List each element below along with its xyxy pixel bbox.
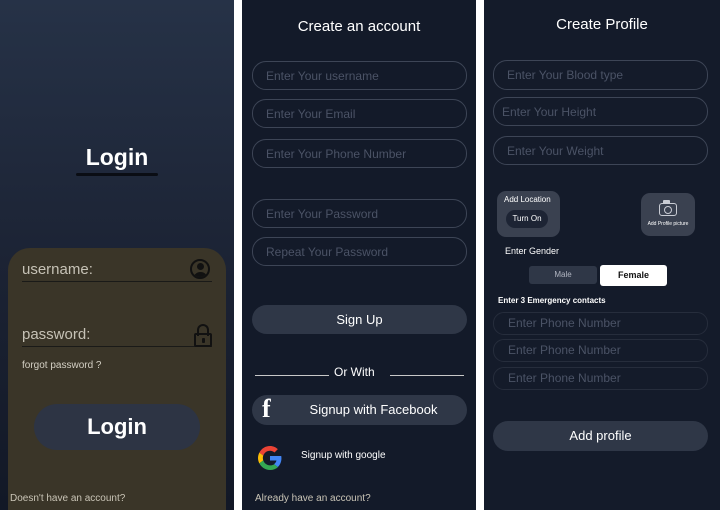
already-account-link[interactable]: Already have an account? [255,493,371,504]
password-input[interactable] [252,199,467,228]
add-location-label: Add Location [504,195,551,204]
password-label[interactable]: password: [22,326,90,343]
lock-icon [193,324,213,348]
title-underline [76,173,158,176]
emergency-contacts-label: Enter 3 Emergency contacts [498,296,606,305]
no-account-link[interactable]: Doesn't have an account? [10,493,125,504]
username-input[interactable] [252,61,467,90]
profile-title: Create Profile [556,16,648,33]
divider-left [255,375,329,376]
password-field-line [22,346,212,347]
phone-input[interactable] [252,139,467,168]
google-signup-button[interactable]: Signup with google [301,450,386,461]
camera-icon [659,200,677,216]
or-with-label: Or With [334,365,375,379]
username-label[interactable]: username: [22,261,93,278]
divider-right [390,375,464,376]
add-profile-picture-label: Add Profile picture [647,221,689,227]
facebook-signup-button[interactable]: Signup with Facebook [252,395,467,425]
emergency-phone-input-1[interactable]: Enter Phone Number [493,312,708,335]
login-button[interactable]: Login [34,404,200,450]
gender-label: Enter Gender [505,246,560,256]
email-input[interactable] [252,99,467,128]
gender-female-toggle[interactable]: Female [600,265,667,286]
username-field-line [22,281,212,282]
user-icon [190,259,210,279]
google-icon[interactable] [258,446,282,470]
gender-male-toggle[interactable]: Male [529,266,597,284]
signup-title: Create an account [297,18,421,35]
weight-input[interactable] [493,136,708,165]
emergency-phone-input-3[interactable]: Enter Phone Number [493,367,708,390]
turn-on-location-button[interactable]: Turn On [506,210,548,228]
login-card [8,248,226,510]
facebook-signup-label: Signup with Facebook [309,402,438,417]
emergency-phone-input-2[interactable]: Enter Phone Number [493,339,708,362]
repeat-password-input[interactable] [252,237,467,266]
signup-button[interactable]: Sign Up [252,305,467,334]
login-title: Login [85,144,149,170]
forgot-password-link[interactable]: forgot password ? [22,360,102,371]
height-input[interactable] [493,97,708,126]
blood-type-input[interactable] [493,60,708,90]
facebook-icon: f [262,394,271,423]
add-profile-button[interactable]: Add profile [493,421,708,451]
